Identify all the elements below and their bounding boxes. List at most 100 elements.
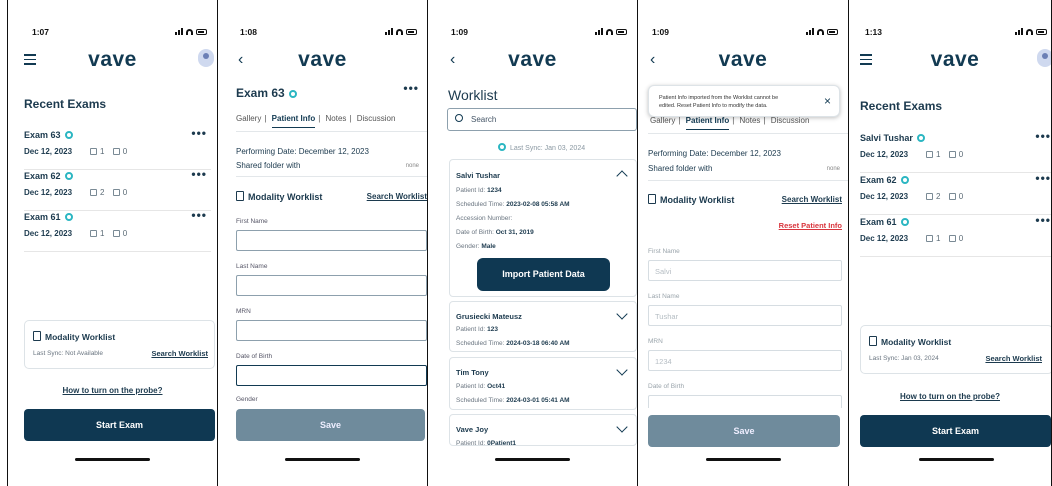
- worklist-item[interactable]: Grusiecki Mateusz Patient Id: 123 Schedu…: [449, 301, 637, 352]
- battery-icon: [406, 28, 417, 35]
- tab-patient-info[interactable]: Patient Info: [685, 116, 730, 130]
- exam-name: Exam 61: [24, 212, 73, 222]
- tab-discussion[interactable]: Discussion: [771, 116, 810, 125]
- worklist-item-expanded[interactable]: Salvi Tushar Patient Id: 1234 Scheduled …: [449, 159, 637, 297]
- exam-row[interactable]: Exam 62 Dec 12, 2023 2 0 •••: [860, 171, 1051, 215]
- tab-notes[interactable]: Notes: [326, 114, 347, 123]
- worklist-card: Modality Worklist Last Sync: Not Availab…: [24, 320, 215, 369]
- mrn-input[interactable]: 1234: [648, 350, 842, 371]
- exam-row[interactable]: Exam 63 Dec 12, 2023 1 0 •••: [24, 126, 211, 170]
- search-input[interactable]: Search: [447, 108, 637, 131]
- exam-name: Exam 61: [860, 217, 909, 227]
- home-indicator: [919, 458, 994, 461]
- image-count-icon: [926, 235, 933, 242]
- more-options-icon[interactable]: •••: [191, 126, 207, 140]
- last-name-input[interactable]: Tushar: [648, 305, 842, 326]
- probe-icon: [64, 131, 73, 139]
- chevron-down-icon[interactable]: [616, 364, 628, 376]
- status-bar: 1:07: [8, 27, 217, 39]
- exam-row[interactable]: Exam 62 Dec 12, 2023 2 0 •••: [24, 167, 211, 211]
- worklist-title: Modality Worklist: [869, 336, 951, 347]
- exam-name: Exam 62: [24, 171, 73, 181]
- status-icons: [385, 28, 417, 35]
- gender-label: Gender: [236, 396, 258, 403]
- exam-counts: 1 0: [926, 234, 963, 243]
- exam-date: Dec 12, 2023: [24, 147, 73, 156]
- more-options-icon[interactable]: •••: [1035, 171, 1051, 185]
- chevron-down-icon[interactable]: [616, 421, 628, 433]
- avatar-icon[interactable]: [198, 49, 214, 67]
- image-count-icon: [90, 148, 97, 155]
- chevron-down-icon[interactable]: [616, 308, 628, 320]
- screen-recent-exams: 1:07 vave Recent Exams Exam 63 Dec 12, 2…: [8, 0, 217, 486]
- exam-row[interactable]: Salvi Tushar Dec 12, 2023 1 0 •••: [860, 129, 1051, 173]
- screen-patient-info: 1:08 ‹ vave Exam 63 ••• Gallery | Patient…: [218, 0, 427, 486]
- probe-icon: [916, 134, 925, 142]
- patient-id: Patient Id: 0Patient1: [456, 440, 516, 446]
- screen-worklist: 1:09 ‹ vave Worklist Search Last Sync: J…: [428, 0, 637, 486]
- home-indicator: [285, 458, 360, 461]
- status-icons: [1015, 28, 1047, 35]
- patient-name: Tim Tony: [456, 368, 489, 377]
- last-name-input[interactable]: [236, 275, 427, 296]
- more-options-icon[interactable]: •••: [1035, 213, 1051, 227]
- status-icons: [175, 28, 207, 35]
- exam-row[interactable]: Exam 61 Dec 12, 2023 1 0 •••: [860, 213, 1051, 257]
- tab-discussion[interactable]: Discussion: [357, 114, 396, 123]
- toast-line-2: edited. Reset Patient Info to modify the…: [659, 103, 768, 109]
- more-options-icon[interactable]: •••: [403, 81, 419, 95]
- exam-row[interactable]: Exam 61 Dec 12, 2023 1 0 •••: [24, 208, 211, 252]
- status-bar: 1:08: [218, 27, 427, 39]
- patient-form: First Name Last Name MRN Date of Birth G…: [236, 216, 427, 406]
- date-of-birth: Date of Birth: Oct 31, 2019: [456, 229, 534, 236]
- page-title: Worklist: [448, 87, 498, 103]
- save-button[interactable]: Save: [648, 415, 840, 447]
- avatar-icon[interactable]: [1037, 49, 1051, 67]
- more-options-icon[interactable]: •••: [191, 167, 207, 181]
- start-exam-button[interactable]: Start Exam: [860, 415, 1051, 447]
- import-patient-data-button[interactable]: Import Patient Data: [477, 258, 610, 291]
- battery-icon: [827, 28, 838, 35]
- search-worklist-link[interactable]: Search Worklist: [782, 195, 842, 204]
- search-worklist-link[interactable]: Search Worklist: [367, 192, 427, 201]
- first-name-input[interactable]: Salvi: [648, 260, 842, 281]
- search-worklist-link[interactable]: Search Worklist: [985, 354, 1042, 363]
- info-toast: Patient Info imported from the Worklist …: [648, 85, 840, 117]
- chevron-up-icon[interactable]: [616, 170, 628, 182]
- reset-patient-info-link[interactable]: Reset Patient Info: [779, 221, 842, 230]
- more-options-icon[interactable]: •••: [1035, 129, 1051, 143]
- mrn-input[interactable]: [236, 320, 427, 341]
- more-options-icon[interactable]: •••: [191, 208, 207, 222]
- dob-input[interactable]: [648, 395, 842, 408]
- start-exam-button[interactable]: Start Exam: [24, 409, 215, 441]
- probe-help-link[interactable]: How to turn on the probe?: [849, 392, 1051, 401]
- patient-id: Patient Id: Oct41: [456, 383, 506, 390]
- tab-underline: [236, 131, 427, 132]
- first-name-label: First Name: [648, 248, 680, 255]
- tab-notes[interactable]: Notes: [740, 116, 761, 125]
- close-icon[interactable]: ×: [824, 94, 831, 108]
- dob-input[interactable]: [236, 365, 427, 386]
- image-count-icon: [90, 230, 97, 237]
- accession-number: Accession Number:: [456, 215, 513, 222]
- save-button[interactable]: Save: [236, 409, 425, 441]
- shared-folder-label: Shared folder with: [236, 161, 301, 170]
- tab-patient-info[interactable]: Patient Info: [271, 114, 316, 128]
- worklist-item[interactable]: Vave Joy Patient Id: 0Patient1: [449, 414, 637, 446]
- probe-help-link[interactable]: How to turn on the probe?: [8, 386, 217, 395]
- exam-title: Exam 63: [236, 86, 297, 100]
- worklist-icon: [236, 191, 244, 201]
- screenshot-strip: 1:07 vave Recent Exams Exam 63 Dec 12, 2…: [0, 0, 1052, 486]
- patient-id: Patient Id: 1234: [456, 187, 502, 194]
- divider: [236, 176, 427, 177]
- tab-gallery[interactable]: Gallery: [236, 114, 261, 123]
- worklist-item[interactable]: Tim Tony Patient Id: Oct41 Scheduled Tim…: [449, 357, 637, 410]
- clip-count-icon: [948, 235, 956, 242]
- battery-icon: [196, 28, 207, 35]
- first-name-input[interactable]: [236, 230, 427, 251]
- search-worklist-link[interactable]: Search Worklist: [151, 349, 208, 358]
- exam-date: Dec 12, 2023: [860, 192, 909, 201]
- page-title: Recent Exams: [24, 97, 107, 111]
- tab-gallery[interactable]: Gallery: [650, 116, 675, 125]
- last-name-label: Last Name: [236, 263, 268, 270]
